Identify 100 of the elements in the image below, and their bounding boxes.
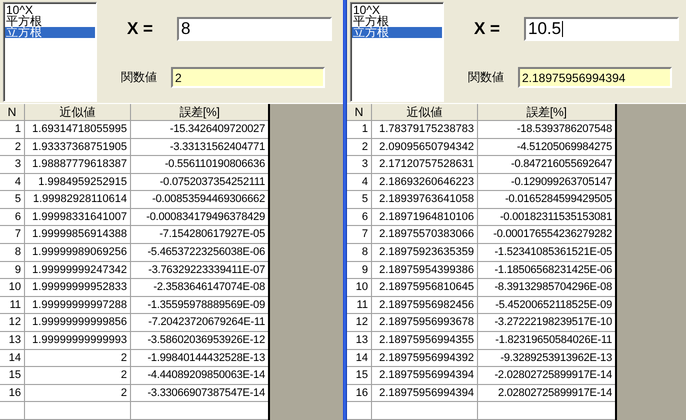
table-cell: 12 xyxy=(347,314,372,332)
table-cell: 1.99999999999856 xyxy=(25,314,131,332)
table-cell: 1.99998331641007 xyxy=(25,208,131,226)
table-cell: -5.46537223256038E-06 xyxy=(131,244,268,262)
column-header[interactable]: 誤差[%] xyxy=(131,104,268,121)
table-cell: 2.18975923635359 xyxy=(372,244,478,262)
table-cell: -0.000834179496378429 xyxy=(131,208,268,226)
table-cell: -3.33066907387547E-14 xyxy=(131,384,268,402)
table-cell: 2.18975956993678 xyxy=(372,314,478,332)
table-cell: -2.02802725899917E-14 xyxy=(478,367,615,385)
function-list-item[interactable]: 立方根 xyxy=(5,27,95,38)
x-label: X = xyxy=(126,19,154,39)
table-cell: 1 xyxy=(347,120,372,138)
table-cell: -3.27222198239517E-10 xyxy=(478,314,615,332)
table-cell: 1.99982928110614 xyxy=(25,191,131,209)
table-cell: -9.3289253913962E-13 xyxy=(478,350,615,368)
table-cell: 2.18939763641058 xyxy=(372,191,478,209)
table-cell: -0.0165284599429505 xyxy=(478,191,615,209)
table-cell: 1.78379175238783 xyxy=(372,120,478,138)
table-cell: -0.00853594469306662 xyxy=(131,191,268,209)
table-cell: 5 xyxy=(0,191,25,209)
table-cell: 9 xyxy=(347,262,372,280)
column-header[interactable]: N xyxy=(0,104,25,121)
table-cell: 8 xyxy=(347,244,372,262)
result-field: 2.18975956994394 xyxy=(518,67,672,88)
x-label: X = xyxy=(473,19,501,39)
table-cell: -0.847216055692647 xyxy=(478,156,615,174)
table-cell: 7 xyxy=(0,226,25,244)
table-cell: 1.99999999247342 xyxy=(25,262,131,280)
table-cell: -1.52341085361521E-05 xyxy=(478,244,615,262)
column-header[interactable]: 誤差[%] xyxy=(478,104,615,121)
table-cell: -0.556110190806636 xyxy=(131,156,268,174)
table-cell: 10 xyxy=(0,279,25,297)
table-cell: 14 xyxy=(347,350,372,368)
table-cell: -1.99840144432528E-13 xyxy=(131,350,268,368)
table-cell: 5 xyxy=(347,191,372,209)
table-cell: 8 xyxy=(0,244,25,262)
table-cell: -4.51205069984275 xyxy=(478,138,615,156)
table-cell: 1.69314718055995 xyxy=(25,120,131,138)
table-cell: 16 xyxy=(0,384,25,402)
table-cell: 2 xyxy=(347,138,372,156)
table-cell: 2 xyxy=(25,367,131,385)
table-cell: 10 xyxy=(347,279,372,297)
table-cell: 2.18975956994394 xyxy=(372,367,478,385)
table-cell: 6 xyxy=(347,208,372,226)
x-input-field[interactable]: 10.5 xyxy=(524,17,679,41)
table-cell: -0.129099263705147 xyxy=(478,174,615,192)
table-cell: 1.93337368751905 xyxy=(25,138,131,156)
function-list-item[interactable]: 平方根 xyxy=(352,16,442,27)
table-cell: -5.45200652118525E-09 xyxy=(478,296,615,314)
table-cell: -15.3426409720027 xyxy=(131,120,268,138)
result-label: 関数値 xyxy=(121,69,158,86)
table-cell: 2.18971964810106 xyxy=(372,208,478,226)
table-cell: 2.18975956810645 xyxy=(372,279,478,297)
table-cell: 2.18693260646223 xyxy=(372,174,478,192)
table-cell: 13 xyxy=(347,332,372,350)
table-cell: -1.35595978889569E-09 xyxy=(131,296,268,314)
column-header[interactable]: 近似値 xyxy=(372,104,478,121)
table-cell: -4.44089209850063E-14 xyxy=(131,367,268,385)
table-cell: 2.18975956994355 xyxy=(372,332,478,350)
column-header[interactable]: 近似値 xyxy=(25,104,131,121)
table-cell: -0.00182311535153081 xyxy=(478,208,615,226)
table-cell: 2 xyxy=(0,138,25,156)
table-cell: 6 xyxy=(0,208,25,226)
table-cell: 2.18975570383066 xyxy=(372,226,478,244)
table-cell: -3.33131562404771 xyxy=(131,138,268,156)
table-cell xyxy=(347,402,372,420)
table-cell xyxy=(0,402,25,420)
x-input-field[interactable]: 8 xyxy=(177,17,332,41)
splitter-bar[interactable] xyxy=(343,0,347,420)
table-cell: 7 xyxy=(347,226,372,244)
table-cell: -0.000176554236279282 xyxy=(478,226,615,244)
table-cell: 1.9984959252915 xyxy=(25,174,131,192)
table-cell: 1 xyxy=(0,120,25,138)
table-cell: 2 xyxy=(25,384,131,402)
table-cell: -7.20423720679264E-11 xyxy=(131,314,268,332)
table-cell: 2.02802725899917E-14 xyxy=(478,384,615,402)
table-cell: 1.99999999952833 xyxy=(25,279,131,297)
function-list-item[interactable]: 10^X xyxy=(352,5,442,16)
table-cell: 14 xyxy=(0,350,25,368)
table-cell: 11 xyxy=(0,296,25,314)
table-cell: -3.76329223339411E-07 xyxy=(131,262,268,280)
table-cell: -7.154280617927E-05 xyxy=(131,226,268,244)
table-cell: -1.82319650584026E-11 xyxy=(478,332,615,350)
result-field: 2 xyxy=(171,67,325,88)
table-cell: -1.18506568231425E-06 xyxy=(478,262,615,280)
table-cell: 1.99999989069256 xyxy=(25,244,131,262)
table-cell: 3 xyxy=(0,156,25,174)
table-cell: -0.0752037354252111 xyxy=(131,174,268,192)
function-list-item[interactable]: 立方根 xyxy=(352,27,442,38)
column-header[interactable]: N xyxy=(347,104,372,121)
table-cell: 1.99999999997288 xyxy=(25,296,131,314)
table-cell: 1.99999856914388 xyxy=(25,226,131,244)
table-cell: 2.18975954399386 xyxy=(372,262,478,280)
table-cell: 2.18975956994394 xyxy=(372,384,478,402)
function-list-item[interactable]: 平方根 xyxy=(5,16,95,27)
table-cell: 2.17120757528631 xyxy=(372,156,478,174)
table-cell: 15 xyxy=(0,367,25,385)
table-cell: 9 xyxy=(0,262,25,280)
function-list-item[interactable]: 10^X xyxy=(5,5,95,16)
